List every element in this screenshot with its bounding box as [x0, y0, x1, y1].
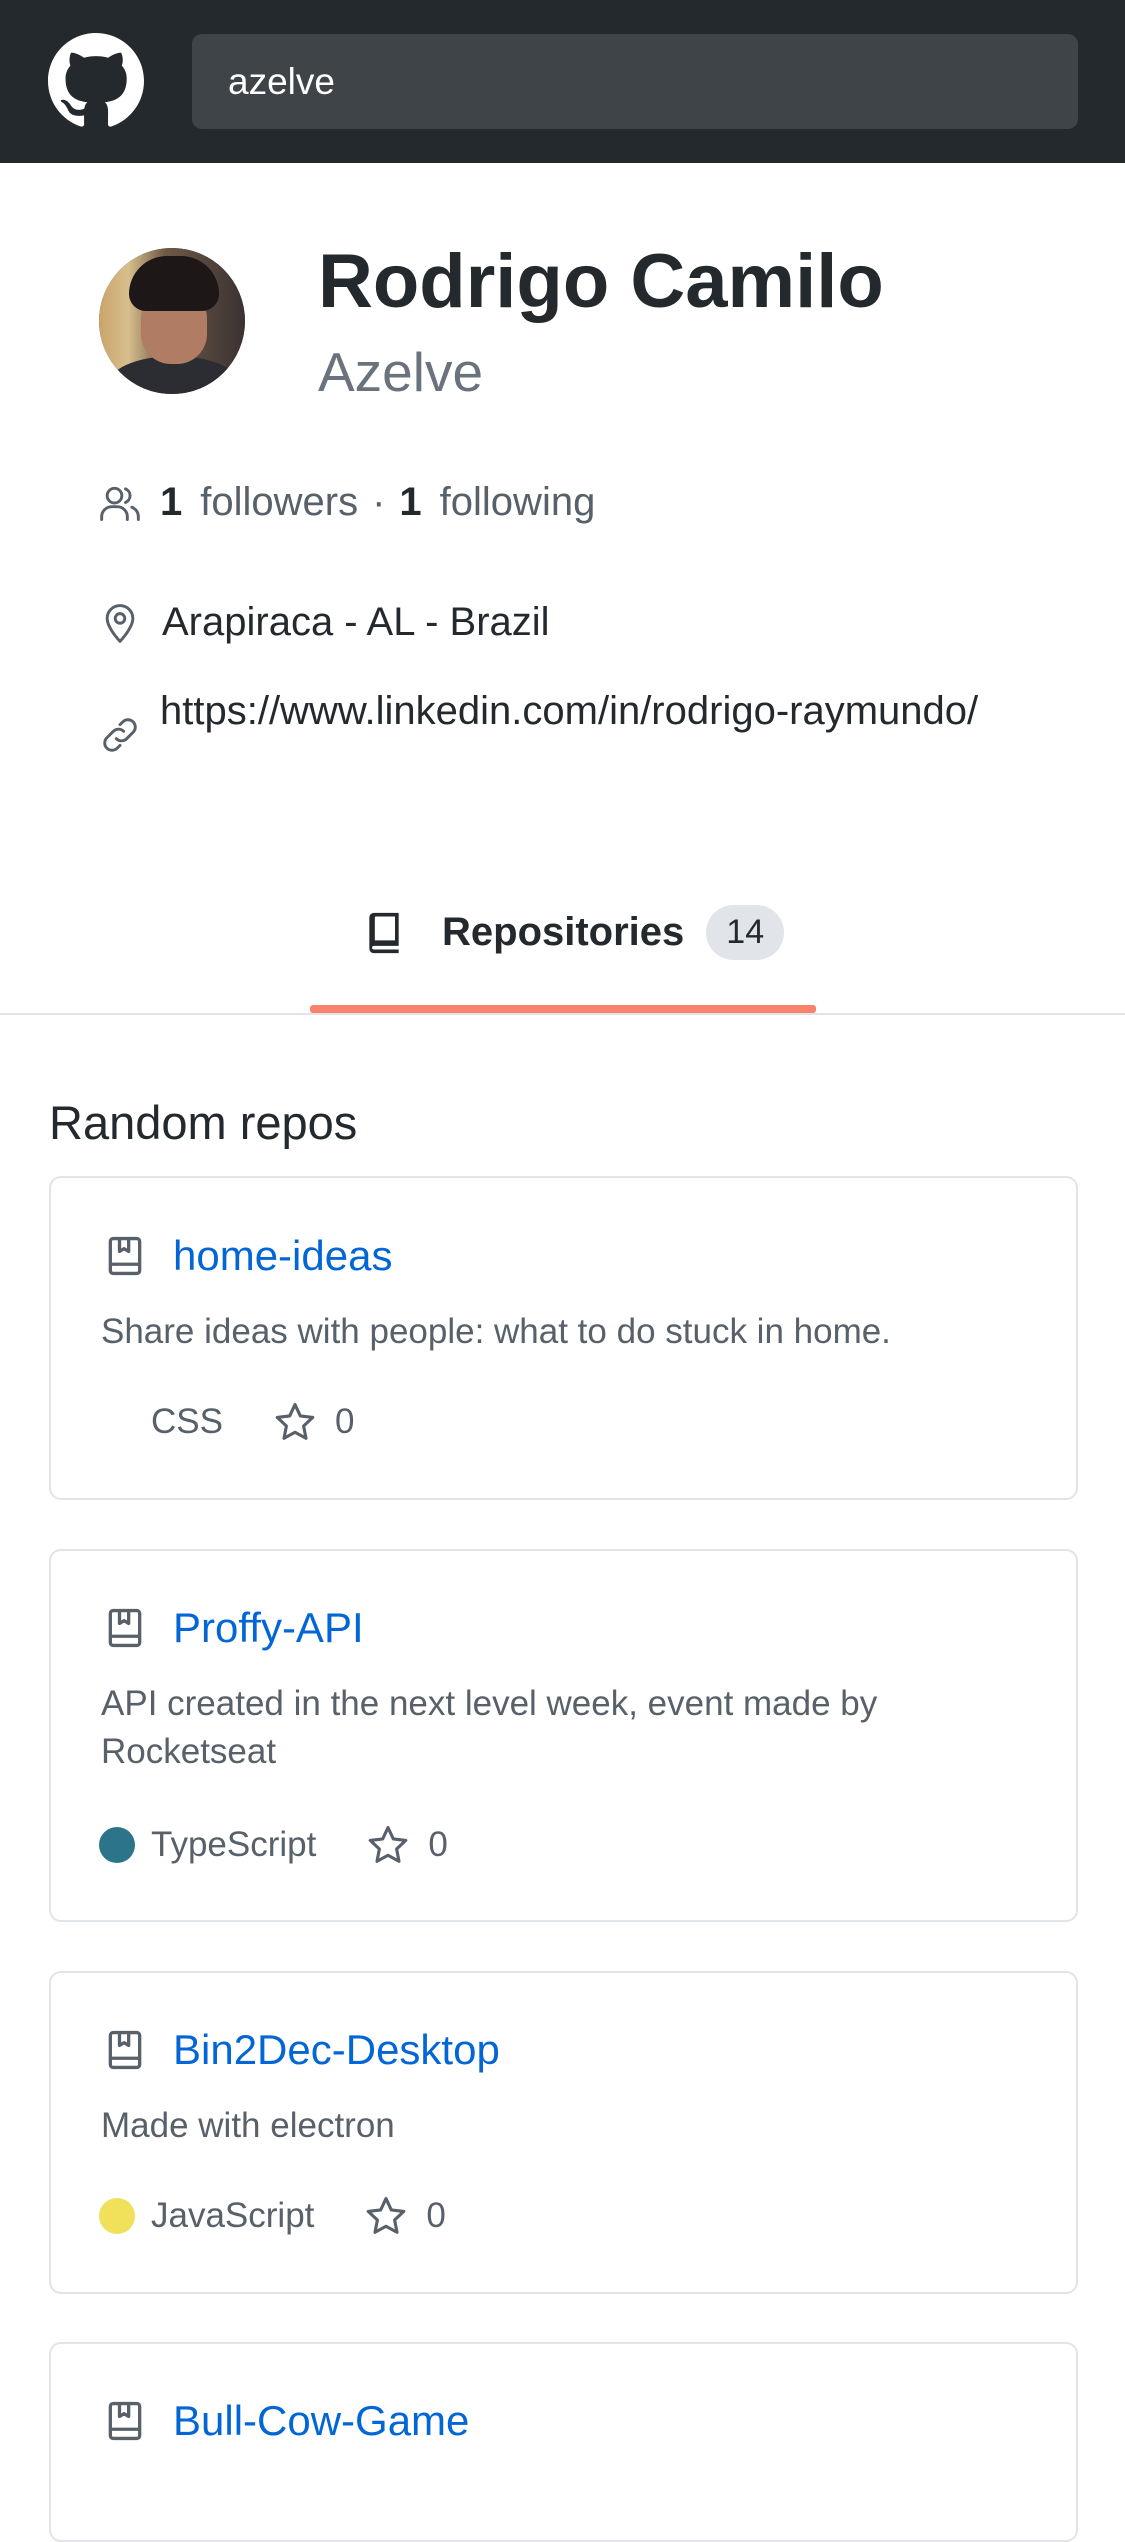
repo-meta: TypeScript 0 [99, 1823, 448, 1867]
star-icon [366, 1823, 410, 1867]
repo-icon [103, 2028, 147, 2072]
language-color-dot [99, 2198, 135, 2234]
avatar [99, 248, 245, 394]
followers-label[interactable]: followers [200, 480, 358, 525]
followers-count[interactable]: 1 [160, 480, 182, 525]
section-title: Random repos [49, 1096, 358, 1149]
github-logo-icon[interactable] [48, 33, 144, 129]
tab-count-badge: 14 [706, 905, 785, 960]
link-icon [98, 713, 142, 757]
following-count[interactable]: 1 [399, 480, 421, 525]
repo-description: Made with electron [101, 2106, 395, 2145]
profile-name: Rodrigo Camilo [318, 239, 884, 324]
repo-language: JavaScript [151, 2196, 315, 2235]
repo-card[interactable]: home-ideas Share ideas with people: what… [49, 1176, 1078, 1500]
profile-login: Azelve [318, 341, 484, 403]
repo-icon [103, 1234, 147, 1278]
search-input[interactable] [192, 34, 1078, 129]
following-label[interactable]: following [440, 480, 596, 525]
language-color-dot [99, 1827, 135, 1863]
people-icon [98, 481, 142, 525]
repo-language: CSS [151, 1402, 223, 1441]
website-link[interactable]: https://www.linkedin.com/in/rodrigo-raym… [160, 683, 980, 739]
location-text: Arapiraca - AL - Brazil [162, 600, 550, 644]
repo-meta: CSS 0 [99, 1400, 354, 1444]
tab-repositories[interactable]: Repositories 14 [362, 905, 785, 960]
repo-stars: 0 [428, 1825, 448, 1864]
location-row: Arapiraca - AL - Brazil [98, 600, 550, 645]
repo-language: TypeScript [151, 1825, 317, 1864]
repo-description: API created in the next level week, even… [101, 1684, 878, 1771]
repo-card[interactable]: Bin2Dec-Desktop Made with electron JavaS… [49, 1971, 1078, 2294]
repo-card[interactable]: Proffy-API API created in the next level… [49, 1549, 1078, 1922]
location-pin-icon [98, 601, 142, 645]
repo-stars: 0 [334, 1402, 355, 1441]
star-icon [364, 2194, 408, 2238]
repo-meta: JavaScript 0 [99, 2194, 446, 2238]
tab-label: Repositories [442, 910, 685, 954]
repo-card[interactable]: Bull-Cow-Game [49, 2342, 1078, 2542]
repo-name-link[interactable]: Bull-Cow-Game [173, 2397, 469, 2445]
repo-description: Share ideas with people: what to do stuc… [101, 1312, 891, 1351]
repo-icon [103, 1606, 147, 1650]
repo-stars: 0 [426, 2196, 446, 2235]
follow-stats: 1 followers · 1 following [98, 480, 595, 525]
language-color-dot [99, 1404, 135, 1440]
tab-divider [0, 1013, 1125, 1015]
repo-name-link[interactable]: Proffy-API [173, 1604, 364, 1652]
repo-icon [103, 2399, 147, 2443]
follow-separator: · [372, 480, 386, 524]
tab-active-indicator [310, 1005, 816, 1013]
repo-icon [362, 911, 406, 955]
repo-name-link[interactable]: Bin2Dec-Desktop [173, 2026, 500, 2074]
repo-name-link[interactable]: home-ideas [173, 1232, 392, 1280]
star-icon [273, 1400, 317, 1444]
top-bar [0, 0, 1125, 163]
